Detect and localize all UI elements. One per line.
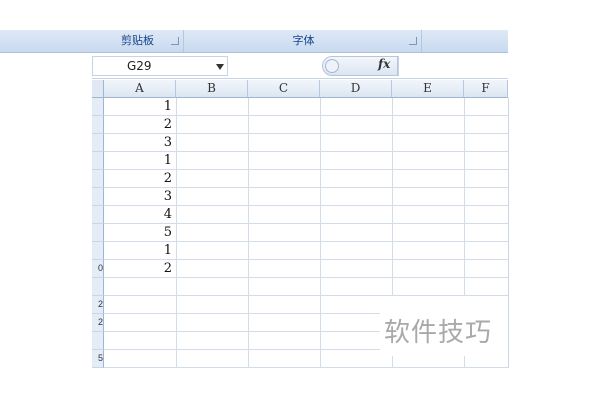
watermark-text: 软件技巧	[384, 318, 493, 348]
insert-function-icon[interactable]: fx	[378, 57, 390, 71]
column-header-e[interactable]: E	[392, 80, 464, 98]
gridline	[176, 98, 177, 368]
cell-a12[interactable]	[104, 296, 176, 314]
row-header[interactable]	[92, 206, 104, 224]
cell-a6[interactable]: 3	[104, 188, 176, 206]
row-header[interactable]	[92, 224, 104, 242]
column-header-a[interactable]: A	[104, 80, 176, 98]
row-header[interactable]	[92, 134, 104, 152]
row-header[interactable]	[92, 278, 104, 296]
ribbon-group-clipboard-label: 剪贴板	[121, 35, 154, 47]
clipboard-dialog-launcher-icon[interactable]	[171, 37, 179, 45]
cell-a3[interactable]: 3	[104, 134, 176, 152]
cell-a9[interactable]: 1	[104, 242, 176, 260]
row-header[interactable]: 2	[92, 296, 104, 314]
cell-a4[interactable]: 1	[104, 152, 176, 170]
gridline	[248, 98, 249, 368]
cell-a13[interactable]	[104, 314, 176, 332]
column-header-d[interactable]: D	[320, 80, 392, 98]
cell-a8[interactable]: 5	[104, 224, 176, 242]
ribbon-group-clipboard: 剪贴板	[92, 30, 184, 52]
row-header[interactable]: 2	[92, 314, 104, 332]
row-header[interactable]	[92, 116, 104, 134]
select-all-corner[interactable]	[92, 80, 104, 98]
formula-input[interactable]	[398, 56, 509, 76]
row-header[interactable]	[92, 242, 104, 260]
cell-a1[interactable]: 1	[104, 98, 176, 116]
column-header-c[interactable]: C	[248, 80, 320, 98]
formula-bar: G29 fx	[92, 56, 508, 79]
cell-a10[interactable]: 2	[104, 260, 176, 278]
cell-a7[interactable]: 4	[104, 206, 176, 224]
row-header[interactable]	[92, 332, 104, 350]
formula-bar-resize-icon[interactable]	[325, 59, 339, 73]
row-header[interactable]	[92, 152, 104, 170]
row-header[interactable]	[92, 98, 104, 116]
column-header-b[interactable]: B	[176, 80, 248, 98]
name-box[interactable]: G29	[92, 56, 228, 76]
row-header[interactable]	[92, 170, 104, 188]
ribbon-group-font: 字体	[186, 30, 422, 52]
name-box-value: G29	[127, 59, 152, 73]
cell-a14[interactable]	[104, 332, 176, 350]
ribbon-group-font-label: 字体	[292, 35, 315, 47]
cell-a11[interactable]	[104, 278, 176, 296]
cell-a15[interactable]	[104, 350, 176, 368]
cell-a2[interactable]: 2	[104, 116, 176, 134]
font-dialog-launcher-icon[interactable]	[409, 37, 417, 45]
row-header[interactable]: 0	[92, 260, 104, 278]
ribbon-group-next	[424, 30, 508, 52]
cell-a5[interactable]: 2	[104, 170, 176, 188]
row-header[interactable]	[92, 188, 104, 206]
gridline	[320, 98, 321, 368]
row-header[interactable]: 5	[92, 350, 104, 368]
ribbon-group-strip: 剪贴板 字体	[0, 30, 508, 53]
name-box-dropdown-arrow-icon[interactable]	[216, 64, 224, 70]
column-header-f[interactable]: F	[464, 80, 508, 98]
grid-edge	[508, 98, 509, 368]
